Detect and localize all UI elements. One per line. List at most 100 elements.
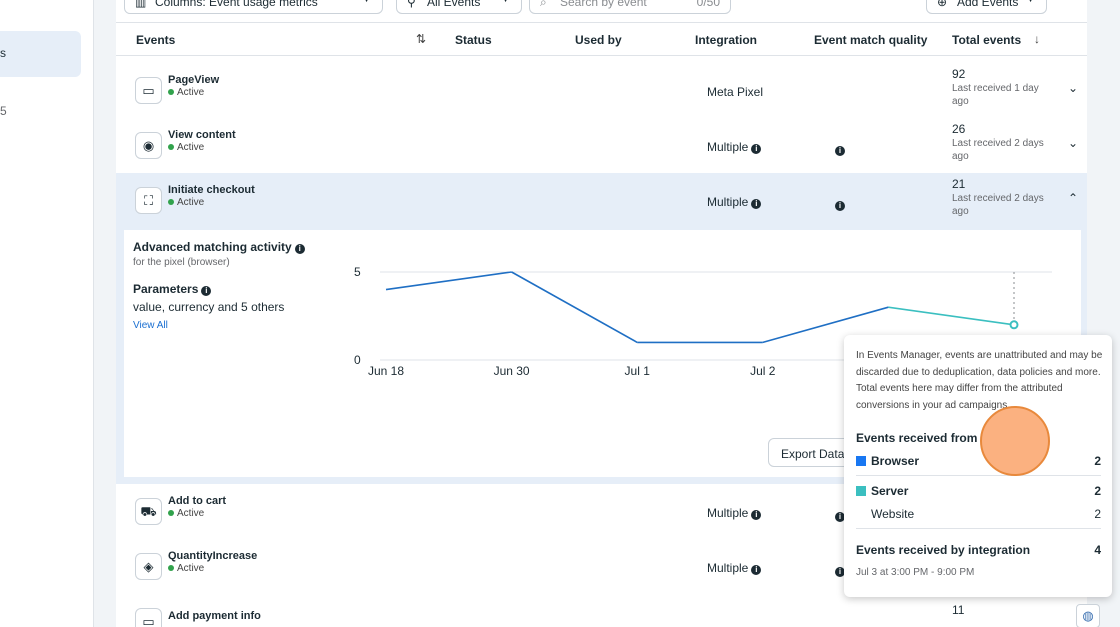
browser-swatch xyxy=(856,456,866,466)
columns-label: Columns: Event usage metrics xyxy=(155,0,318,9)
by-integration-label: Events received by integration xyxy=(856,543,1031,557)
chevron-down-icon[interactable]: ⌄ xyxy=(1068,136,1078,150)
server-label: Server xyxy=(871,484,909,498)
info-icon[interactable]: i xyxy=(751,144,762,154)
search-input[interactable]: ⌕ Search by event 0/50 xyxy=(529,0,731,14)
info-icon[interactable]: i xyxy=(751,199,762,209)
header-used-by[interactable]: Used by xyxy=(575,33,622,47)
event-name: View content xyxy=(168,129,236,141)
sidebar-selected-label: s xyxy=(0,46,6,60)
integration-label: Multiple xyxy=(707,561,749,575)
emq-cell: i xyxy=(832,140,845,158)
data-point xyxy=(1009,320,1019,330)
search-icon: ⌕ xyxy=(540,0,547,9)
filter-icon: ⚲ xyxy=(407,0,416,9)
info-icon[interactable]: i xyxy=(835,201,845,211)
status-text: Active xyxy=(177,197,205,208)
table-row-expanded[interactable]: ⛶ Initiate checkout Active Multiple i i 2… xyxy=(116,173,1087,228)
x-tick-label: Jun 18 xyxy=(368,364,404,378)
total-events-count: 26 xyxy=(952,122,966,136)
table-row[interactable]: ◉ View content Active Multiple i i 26 Las… xyxy=(116,118,1087,173)
event-status: Active xyxy=(168,142,204,153)
info-icon[interactable]: i xyxy=(294,244,305,254)
event-name: PageView xyxy=(168,74,220,86)
table-header: Events ⇅ Status Used by Integration Even… xyxy=(116,22,1087,56)
plus-circle-icon: ⊕ xyxy=(937,0,948,9)
chevron-down-icon: ▼ xyxy=(500,0,511,5)
total-events-count: 11 xyxy=(952,603,965,617)
columns-dropdown[interactable]: ▥ Columns: Event usage metrics ▼ xyxy=(124,0,383,14)
header-emq[interactable]: Event match quality xyxy=(814,33,927,47)
add-events-button[interactable]: ⊕ Add Events ▼ xyxy=(926,0,1047,14)
table-row[interactable]: ▭ Add payment info 11 xyxy=(116,594,1087,627)
x-tick-label: Jul 1 xyxy=(625,364,651,378)
table-row[interactable]: ▭ PageView Active Meta Pixel 92 Last rec… xyxy=(116,63,1087,118)
cursor-indicator xyxy=(980,406,1050,476)
parameters-value: value, currency and 5 others xyxy=(133,300,285,314)
emq-cell: i xyxy=(832,195,845,213)
event-name: Add to cart xyxy=(168,495,227,507)
search-placeholder: Search by event xyxy=(560,0,647,9)
chevron-down-icon: ▼ xyxy=(361,0,372,5)
browser-row: Browser 2 xyxy=(856,454,1101,468)
search-count: 0/50 xyxy=(696,0,720,9)
advanced-matching-subtitle: for the pixel (browser) xyxy=(133,257,230,268)
info-icon[interactable]: i xyxy=(835,146,845,156)
divider xyxy=(856,528,1101,529)
credit-card-icon: ▭ xyxy=(135,608,162,627)
add-events-label: Add Events xyxy=(957,0,1019,9)
arrow-down-icon[interactable]: ↓ xyxy=(1034,32,1040,46)
integration-cell: Multiple i xyxy=(707,561,762,575)
advanced-matching-title: Advanced matching activity i xyxy=(133,240,305,254)
integration-cell: Meta Pixel xyxy=(707,85,764,99)
header-status[interactable]: Status xyxy=(455,33,492,47)
parameters-title-text: Parameters xyxy=(133,282,199,296)
total-events-count: 21 xyxy=(952,177,966,191)
website-label: Website xyxy=(871,507,915,521)
event-status: Active xyxy=(168,508,204,519)
divider xyxy=(856,475,1101,476)
event-name: QuantityIncrease xyxy=(168,550,258,562)
tooltip-note: In Events Manager, events are unattribut… xyxy=(856,350,1103,411)
chevron-down-icon[interactable]: ⌄ xyxy=(1068,81,1078,95)
status-dot xyxy=(168,144,174,151)
events-tooltip: In Events Manager, events are unattribut… xyxy=(844,335,1112,597)
content-gutter xyxy=(94,0,116,627)
sidebar-count: 5 xyxy=(0,104,7,118)
info-icon[interactable]: i xyxy=(751,565,762,575)
integration-cell: Multiple i xyxy=(707,195,762,209)
info-icon[interactable]: i xyxy=(201,286,212,296)
header-total-events[interactable]: Total events xyxy=(952,33,1021,47)
header-events[interactable]: Events xyxy=(136,33,175,47)
series-segment xyxy=(511,271,638,344)
events-table: Events ⇅ Status Used by Integration Even… xyxy=(116,22,1087,56)
website-row: Website 2 xyxy=(856,507,1101,521)
view-all-link[interactable]: View All xyxy=(133,320,168,331)
status-text: Active xyxy=(177,508,205,519)
status-text: Active xyxy=(177,87,205,98)
integration-label: Multiple xyxy=(707,140,749,154)
last-received: Last received 1 day ago xyxy=(952,83,1039,107)
info-icon[interactable]: i xyxy=(751,510,762,520)
series-segment xyxy=(888,306,1015,326)
received-from-title: Events received from xyxy=(856,431,978,445)
sidebar-selected-item[interactable]: s xyxy=(0,31,81,77)
toolbar: ▥ Columns: Event usage metrics ▼ ⚲ All E… xyxy=(116,0,1087,22)
events-filter-dropdown[interactable]: ⚲ All Events ▼ xyxy=(396,0,522,14)
last-received: Last received 2 days ago xyxy=(952,138,1044,162)
event-status: Active xyxy=(168,87,204,98)
chevron-down-icon: ▼ xyxy=(1025,0,1036,5)
server-row: Server 2 xyxy=(856,484,1101,498)
y-tick-label: 5 xyxy=(354,265,361,279)
sort-icon[interactable]: ⇅ xyxy=(416,32,426,46)
status-dot xyxy=(168,89,174,96)
series-segment xyxy=(385,271,512,291)
header-integration[interactable]: Integration xyxy=(695,33,757,47)
by-integration-row: Events received by integration 4 xyxy=(856,543,1101,557)
status-dot xyxy=(168,565,174,572)
tag-icon: ◈ xyxy=(135,553,162,580)
total-events-count: 92 xyxy=(952,67,966,81)
basket-icon: ⛶ xyxy=(135,187,162,214)
globe-icon[interactable]: ◍ xyxy=(1076,604,1100,627)
chevron-up-icon[interactable]: ⌃ xyxy=(1068,191,1078,205)
